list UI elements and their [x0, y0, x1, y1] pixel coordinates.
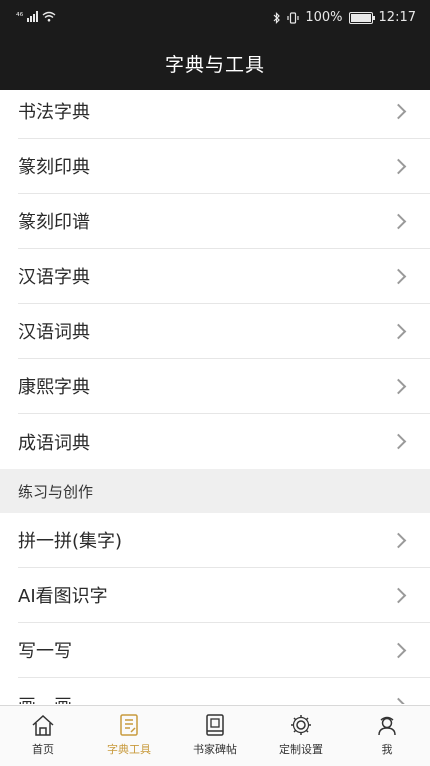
tab-label: 字典工具 [107, 743, 151, 756]
tab-calligraphers-rubbings[interactable]: 书家碑帖 [172, 706, 258, 766]
list-item-label: 成语词典 [18, 432, 90, 454]
tab-custom-settings[interactable]: 定制设置 [258, 706, 344, 766]
list-item-chinese-word-dictionary[interactable]: 汉语词典 [18, 304, 430, 359]
status-bar: ⁴⁶ 100% 12:17 [0, 0, 430, 36]
home-icon [32, 714, 54, 736]
chevron-right-icon [390, 378, 407, 394]
list-item-label: 篆刻印谱 [18, 212, 90, 233]
list-item-character-collage[interactable]: 拼一拼(集字) [18, 513, 430, 568]
clock: 12:17 [378, 10, 416, 25]
list-item-calligraphy-dictionary[interactable]: 书法字典 [18, 84, 430, 139]
tab-label: 首页 [32, 743, 54, 756]
tools-list: 书法字典 篆刻印典 篆刻印谱 汉语字典 汉语词典 康熙字典 成语词典 练习与创作… [0, 84, 430, 704]
list-item-label: 画一画 [18, 692, 72, 704]
chevron-right-icon [390, 587, 407, 603]
chevron-right-icon [390, 213, 407, 229]
book-icon [206, 714, 224, 736]
list-item-idiom-dictionary[interactable]: 成语词典 [18, 414, 430, 469]
signal-icon [27, 10, 39, 22]
list-item-label: 写一写 [18, 641, 72, 662]
tab-home[interactable]: 首页 [0, 706, 86, 766]
vibrate-icon [287, 11, 299, 24]
tab-label: 定制设置 [279, 743, 323, 756]
bottom-tab-bar: 首页 字典工具 书家碑帖 定制设置 我 [0, 705, 430, 766]
list-item-kangxi-dictionary[interactable]: 康熙字典 [18, 359, 430, 414]
list-item-label: 汉语词典 [18, 322, 90, 343]
battery-icon [348, 11, 375, 24]
tab-me[interactable]: 我 [344, 706, 430, 766]
chevron-right-icon [390, 433, 407, 450]
list-item-label: 书法字典 [18, 102, 90, 123]
status-right: 100% 12:17 [273, 10, 416, 25]
list-item-ai-image-recognition[interactable]: AI看图识字 [18, 568, 430, 623]
list-item-draw-practice[interactable]: 画一画 [18, 678, 430, 704]
bluetooth-icon [273, 11, 281, 24]
profile-icon [378, 716, 396, 736]
tab-label: 书家碑帖 [193, 743, 237, 756]
battery-percent: 100% [305, 10, 343, 25]
chevron-right-icon [390, 103, 407, 119]
list-item-label: AI看图识字 [18, 586, 108, 607]
page-header: 字典与工具 [0, 36, 430, 90]
chevron-right-icon [390, 532, 407, 548]
list-item-chinese-character-dictionary[interactable]: 汉语字典 [18, 249, 430, 304]
tab-label: 我 [381, 743, 393, 756]
section-title: 练习与创作 [18, 482, 94, 501]
status-left: ⁴⁶ [16, 10, 56, 22]
list-item-label: 拼一拼(集字) [18, 531, 123, 552]
chevron-right-icon [390, 268, 407, 284]
list-item-seal-catalog[interactable]: 篆刻印谱 [18, 194, 430, 249]
network-type: ⁴⁶ [16, 12, 24, 22]
list-item-label: 篆刻印典 [18, 157, 90, 178]
list-item-write-practice[interactable]: 写一写 [18, 623, 430, 678]
chevron-right-icon [390, 323, 407, 339]
page-title: 字典与工具 [164, 53, 265, 76]
list-item-label: 汉语字典 [18, 267, 90, 288]
chevron-right-icon [390, 158, 407, 174]
chevron-right-icon [390, 697, 407, 704]
list-item-label: 康熙字典 [18, 377, 90, 398]
settings-icon [291, 715, 311, 735]
chevron-right-icon [390, 642, 407, 658]
dictionary-icon [120, 714, 138, 736]
tab-dictionary-tools[interactable]: 字典工具 [86, 706, 172, 766]
list-item-seal-carving-dictionary[interactable]: 篆刻印典 [18, 139, 430, 194]
section-header-practice: 练习与创作 [0, 469, 430, 513]
wifi-icon [42, 11, 56, 22]
